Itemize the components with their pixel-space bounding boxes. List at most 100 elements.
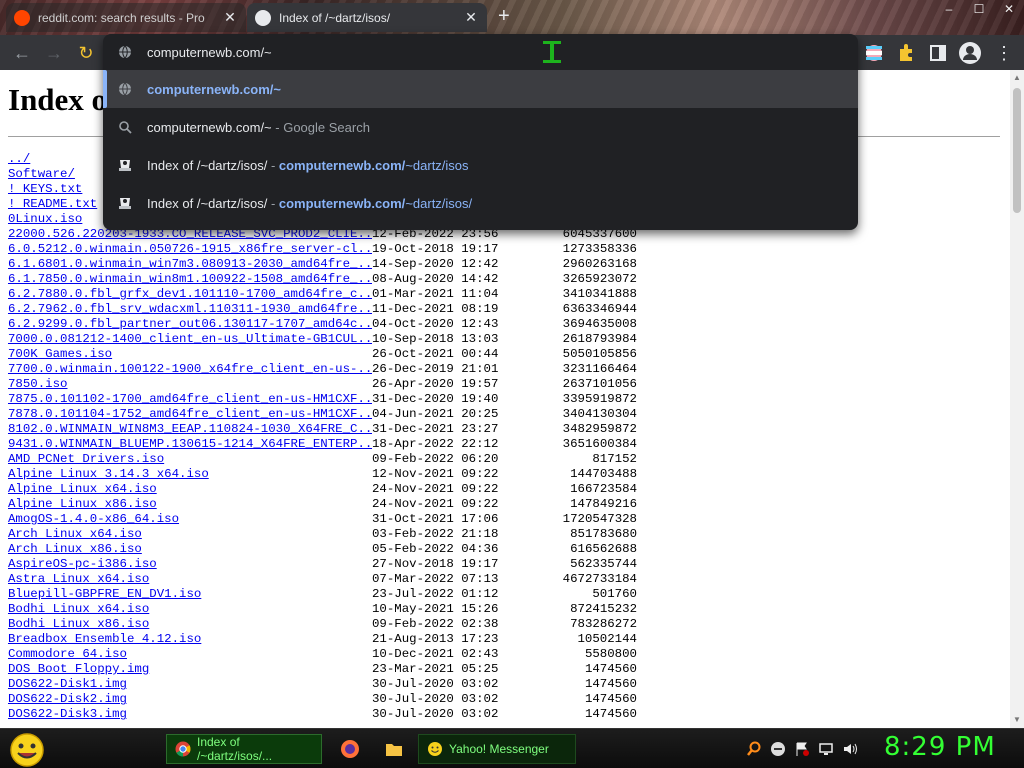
file-link[interactable]: Breadbox Ensemble 4.12.iso: [8, 632, 372, 647]
listing-row: AMD PCNet Drivers.iso 09-Feb-2022 06:20 81…: [8, 452, 637, 467]
file-link[interactable]: 6.1.6801.0.winmain_win7m3.080913-2030_am…: [8, 257, 372, 272]
file-listing: ../Software/! KEYS.txt! README.txt 0Linux…: [8, 152, 637, 722]
address-bar[interactable]: computernewb.com/~: [103, 34, 858, 70]
file-size: 2960263168: [562, 257, 637, 271]
omnibox-suggestion[interactable]: computernewb.com/~ - Google Search: [103, 108, 858, 146]
suggestion-part: -: [267, 157, 279, 173]
scroll-down-icon[interactable]: ▼: [1013, 716, 1021, 724]
omnibox-suggestion[interactable]: computernewb.com/~: [103, 70, 858, 108]
reload-icon[interactable]: ↻: [76, 43, 96, 63]
omnibox-suggestion[interactable]: Index of /~dartz/isos/ - computernewb.co…: [103, 184, 858, 222]
chrome-icon: [175, 741, 191, 757]
listing-row: Bodhi Linux x64.iso 10-May-2021 15:26 8724…: [8, 602, 637, 617]
taskbar-yahoo-button[interactable]: Yahoo! Messenger: [418, 734, 576, 764]
listing-row: 6.2.9299.0.fbl_partner_out06.130117-1707…: [8, 317, 637, 332]
file-link[interactable]: 6.2.7962.0.fbl_srv_wdacxml.110311-1930_a…: [8, 302, 372, 317]
flag-extension-icon[interactable]: [864, 41, 884, 65]
profile-avatar-icon[interactable]: [958, 41, 982, 65]
file-link[interactable]: AmogOS-1.4.0-x86_64.iso: [8, 512, 372, 527]
site-favicon-icon: [255, 9, 271, 26]
scroll-up-icon[interactable]: ▲: [1013, 74, 1021, 82]
file-size: 3404130304: [562, 407, 637, 421]
omnibox-suggestion[interactable]: Index of /~dartz/isos/ - computernewb.co…: [103, 146, 858, 184]
listing-row: Breadbox Ensemble 4.12.iso 21-Aug-2013 17…: [8, 632, 637, 647]
file-link[interactable]: 6.1.7850.0.winmain_win8m1.100922-1508_am…: [8, 272, 372, 287]
file-link[interactable]: 7700.0.winmain.100122-1900_x64fre_client…: [8, 362, 372, 377]
file-link[interactable]: DOS622-Disk1.img: [8, 677, 372, 692]
file-link[interactable]: Bluepill-GBPFRE_EN_DV1.iso: [8, 587, 372, 602]
suggestion-part: Index of /~dartz/isos/: [147, 157, 268, 173]
file-link[interactable]: DOS Boot Floppy.img: [8, 662, 372, 677]
new-tab-button[interactable]: +: [498, 6, 510, 26]
volume-icon[interactable]: [842, 741, 858, 757]
file-date: 08-Aug-2020 14:42: [372, 272, 499, 286]
tray-minus-icon[interactable]: [770, 741, 786, 757]
file-link[interactable]: Arch Linux x86.iso: [8, 542, 372, 557]
forward-icon[interactable]: →: [44, 43, 64, 63]
file-size: 2637101056: [562, 377, 637, 391]
file-link[interactable]: Astra Linux x64.iso: [8, 572, 372, 587]
globe-icon: [103, 45, 147, 59]
address-input[interactable]: computernewb.com/~: [147, 45, 272, 60]
file-link[interactable]: Alpine Linux x86.iso: [8, 497, 372, 512]
file-link[interactable]: Alpine Linux x64.iso: [8, 482, 372, 497]
listing-row: 6.1.6801.0.winmain_win7m3.080913-2030_am…: [8, 257, 637, 272]
file-link[interactable]: 7878.0.101104-1752_amd64fre_client_en-us…: [8, 407, 372, 422]
file-link[interactable]: 9431.0.WINMAIN_BLUEMP.130615-1214_X64FRE…: [8, 437, 372, 452]
file-link[interactable]: 6.0.5212.0.winmain.050726-1915_x86fre_se…: [8, 242, 372, 257]
search-icon[interactable]: [746, 741, 762, 757]
close-tab-icon[interactable]: ✕: [222, 9, 238, 26]
suggestion-part: -: [267, 195, 279, 211]
extensions-puzzle-icon[interactable]: [896, 41, 916, 65]
menu-icon[interactable]: ⋮: [994, 43, 1014, 63]
file-link[interactable]: Commodore 64.iso: [8, 647, 372, 662]
scrollbar-thumb[interactable]: [1013, 88, 1021, 213]
file-link[interactable]: Arch Linux x64.iso: [8, 527, 372, 542]
network-icon[interactable]: [818, 741, 834, 757]
firefox-icon[interactable]: [340, 739, 360, 759]
listing-row: Alpine Linux x64.iso 24-Nov-2021 09:22 166…: [8, 482, 637, 497]
file-date: 10-Dec-2021 02:43: [372, 647, 499, 661]
tab-index-of-isos[interactable]: Index of /~dartz/isos/ ✕: [247, 3, 487, 32]
tab-reddit[interactable]: reddit.com: search results - Pro ✕: [6, 3, 246, 32]
suggestion-part: computernewb.com/~: [147, 119, 272, 135]
file-link[interactable]: 6.2.7880.0.fbl_grfx_dev1.101110-1700_amd…: [8, 287, 372, 302]
suggestion-text: computernewb.com/~ - Google Search: [147, 120, 370, 135]
file-link[interactable]: AspireOS-pc-i386.iso: [8, 557, 372, 572]
file-link[interactable]: 700K Games.iso: [8, 347, 372, 362]
file-link[interactable]: Bodhi Linux x86.iso: [8, 617, 372, 632]
file-link[interactable]: 7000.0.081212-1400_client_en-us_Ultimate…: [8, 332, 372, 347]
file-date: 30-Jul-2020 03:02: [372, 692, 499, 706]
listing-row: 7850.iso 26-Apr-2020 19:57 2637101056: [8, 377, 637, 392]
page-scrollbar[interactable]: ▲ ▼: [1010, 70, 1024, 728]
file-link[interactable]: 6.2.9299.0.fbl_partner_out06.130117-1707…: [8, 317, 372, 332]
file-link[interactable]: 7875.0.101102-1700_amd64fre_client_en-us…: [8, 392, 372, 407]
file-link[interactable]: DOS622-Disk2.img: [8, 692, 372, 707]
file-size: 2618793984: [562, 332, 637, 346]
maximize-button[interactable]: ☐: [964, 0, 994, 20]
file-date: 21-Aug-2013 17:23: [372, 632, 499, 646]
back-icon[interactable]: ←: [12, 43, 32, 63]
start-smiley-icon[interactable]: [8, 732, 46, 768]
suggestion-part: ~dartz/isos: [405, 157, 469, 173]
file-link[interactable]: Alpine Linux 3.14.3 x64.iso: [8, 467, 372, 482]
listing-row: DOS622-Disk1.img 30-Jul-2020 03:02 1474560: [8, 677, 637, 692]
file-link[interactable]: 7850.iso: [8, 377, 372, 392]
file-link[interactable]: AMD PCNet Drivers.iso: [8, 452, 372, 467]
folder-icon[interactable]: [384, 739, 404, 759]
minimize-button[interactable]: –: [934, 0, 964, 20]
file-link[interactable]: 8102.0.WINMAIN_WIN8M3_EEAP.110824-1030_X…: [8, 422, 372, 437]
action-center-flag-icon[interactable]: [794, 741, 810, 757]
file-size: 1474560: [584, 677, 637, 691]
close-tab-icon[interactable]: ✕: [463, 9, 479, 26]
taskbar-chrome-button[interactable]: Index of /~dartz/isos/...: [166, 734, 322, 764]
suggestion-part: - Google Search: [271, 119, 370, 135]
file-link[interactable]: DOS622-Disk3.img: [8, 707, 372, 722]
taskbar: Index of /~dartz/isos/... Yahoo! Messeng…: [0, 728, 1024, 768]
side-panel-icon[interactable]: [928, 41, 948, 65]
taskbar-clock[interactable]: 8:29 PM: [884, 732, 996, 762]
listing-row: AmogOS-1.4.0-x86_64.iso 31-Oct-2021 17:06…: [8, 512, 637, 527]
close-window-button[interactable]: ✕: [994, 0, 1024, 20]
taskbar-button-label: Yahoo! Messenger: [449, 742, 549, 756]
file-link[interactable]: Bodhi Linux x64.iso: [8, 602, 372, 617]
